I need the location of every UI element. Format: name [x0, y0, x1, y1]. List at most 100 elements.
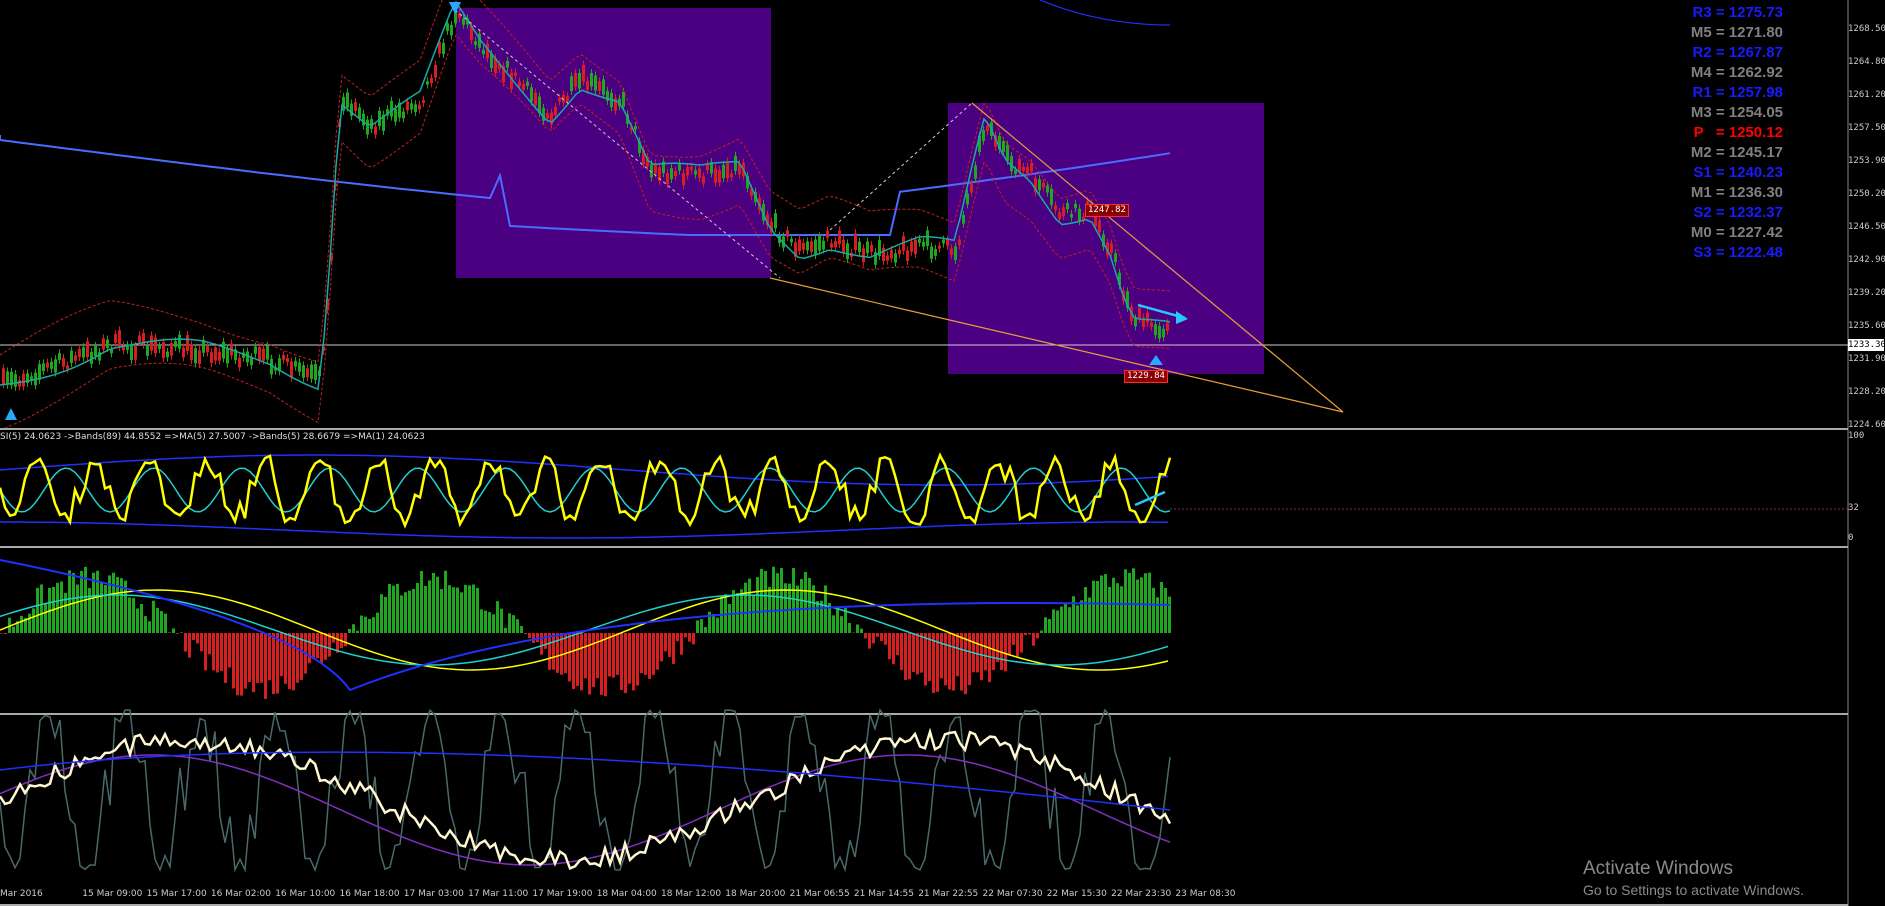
- candle-body: [714, 168, 717, 183]
- time-tick-label: 21 Mar 14:55: [853, 889, 914, 899]
- histogram-bar: [760, 568, 763, 633]
- candle-body: [818, 236, 821, 251]
- histogram-bar: [912, 633, 915, 672]
- candle-body: [190, 344, 193, 361]
- candle-body: [434, 64, 437, 78]
- panel-separator: [0, 546, 1848, 548]
- histogram-bar: [244, 633, 247, 689]
- histogram-bar: [284, 633, 287, 684]
- histogram-bar: [152, 600, 155, 633]
- candle-body: [1022, 166, 1025, 171]
- chart-canvas[interactable]: [0, 0, 1885, 906]
- histogram-bar: [648, 633, 651, 679]
- histogram-bar: [176, 633, 179, 634]
- candle-body: [390, 100, 393, 117]
- histogram-bar: [212, 633, 215, 671]
- candle-body: [314, 364, 317, 381]
- histogram-bar: [904, 633, 907, 680]
- price-tick-label: 1264.80: [1848, 57, 1885, 67]
- candle-body: [1030, 162, 1033, 172]
- histogram-bar: [428, 580, 431, 633]
- histogram-bar: [376, 612, 379, 633]
- histogram-bar: [408, 590, 411, 633]
- histogram-bar: [660, 633, 663, 662]
- histogram-bar: [40, 584, 43, 633]
- candle-body: [702, 176, 705, 184]
- candle-body: [1162, 328, 1165, 338]
- candle-body: [774, 213, 777, 229]
- histogram-bar: [1036, 633, 1039, 639]
- histogram-bar: [220, 633, 223, 671]
- histogram-bar: [476, 587, 479, 633]
- candle-body: [1026, 166, 1029, 175]
- candle-body: [1166, 322, 1169, 331]
- candle-body: [362, 113, 365, 126]
- candle-body: [726, 161, 729, 179]
- histogram-bar: [840, 616, 843, 633]
- macd-panel: [0, 559, 1171, 700]
- histogram-bar: [612, 633, 615, 678]
- candle-body: [1150, 322, 1153, 327]
- histogram-bar: [216, 633, 219, 673]
- histogram-bar: [432, 572, 435, 633]
- histogram-bar: [596, 633, 599, 679]
- pivot-level: R2 = 1267.87: [1692, 44, 1784, 61]
- candle-body: [690, 166, 693, 171]
- histogram-bar: [956, 633, 959, 677]
- histogram-bar: [728, 604, 731, 633]
- histogram-bar: [36, 587, 39, 633]
- time-tick-label: 17 Mar 19:00: [532, 889, 593, 899]
- histogram-bar: [568, 633, 571, 682]
- candle-body: [1158, 326, 1161, 339]
- histogram-bar: [644, 633, 647, 675]
- histogram-bar: [664, 633, 667, 652]
- candle-body: [170, 343, 173, 356]
- histogram-bar: [764, 571, 767, 633]
- histogram-bar: [192, 633, 195, 640]
- histogram-bar: [592, 633, 595, 688]
- histogram-bar: [788, 583, 791, 633]
- pivot-level: R3 = 1275.73: [1692, 4, 1784, 21]
- histogram-bar: [112, 572, 115, 633]
- candle-body: [414, 104, 417, 113]
- histogram-bar: [976, 633, 979, 673]
- candle-body: [422, 100, 425, 104]
- histogram-bar: [1052, 609, 1055, 633]
- candle-body: [66, 365, 69, 370]
- histogram-bar: [960, 633, 963, 691]
- candle-body: [482, 49, 485, 55]
- candle-body: [138, 335, 141, 342]
- rsi-tick-label: 32: [1848, 503, 1859, 513]
- histogram-bar: [880, 633, 883, 642]
- candle-body: [790, 238, 793, 243]
- histogram-bar: [636, 633, 639, 686]
- activate-windows-title: Activate Windows: [1583, 858, 1733, 879]
- price-tick-label: 1268.50: [1848, 24, 1885, 34]
- candle-body: [698, 168, 701, 178]
- histogram-bar: [104, 585, 107, 633]
- candle-body: [530, 87, 533, 102]
- candle-body: [46, 362, 49, 368]
- pivot-level: M5 = 1271.80: [1690, 24, 1783, 41]
- time-tick-label: Mar 2016: [0, 889, 43, 899]
- histogram-bar: [1132, 568, 1135, 633]
- candle-body: [218, 351, 221, 361]
- candle-body: [578, 72, 581, 89]
- candle-body: [814, 239, 817, 256]
- histogram-bar: [576, 633, 579, 686]
- price-tick-label: 1261.20: [1848, 90, 1885, 100]
- histogram-bar: [312, 633, 315, 659]
- histogram-bar: [188, 633, 191, 658]
- histogram-bar: [920, 633, 923, 673]
- histogram-bar: [136, 608, 139, 633]
- candle-body: [106, 339, 109, 348]
- histogram-bar: [888, 633, 891, 660]
- candle-body: [226, 348, 229, 364]
- candle-body: [722, 164, 725, 179]
- time-tick-label: 15 Mar 17:00: [146, 889, 207, 899]
- candle-body: [966, 193, 969, 205]
- pivot-level: S2 = 1232.37: [1693, 204, 1783, 221]
- rsi-signal-arrow: [1134, 490, 1166, 507]
- candle-body: [694, 170, 697, 175]
- histogram-bar: [460, 592, 463, 633]
